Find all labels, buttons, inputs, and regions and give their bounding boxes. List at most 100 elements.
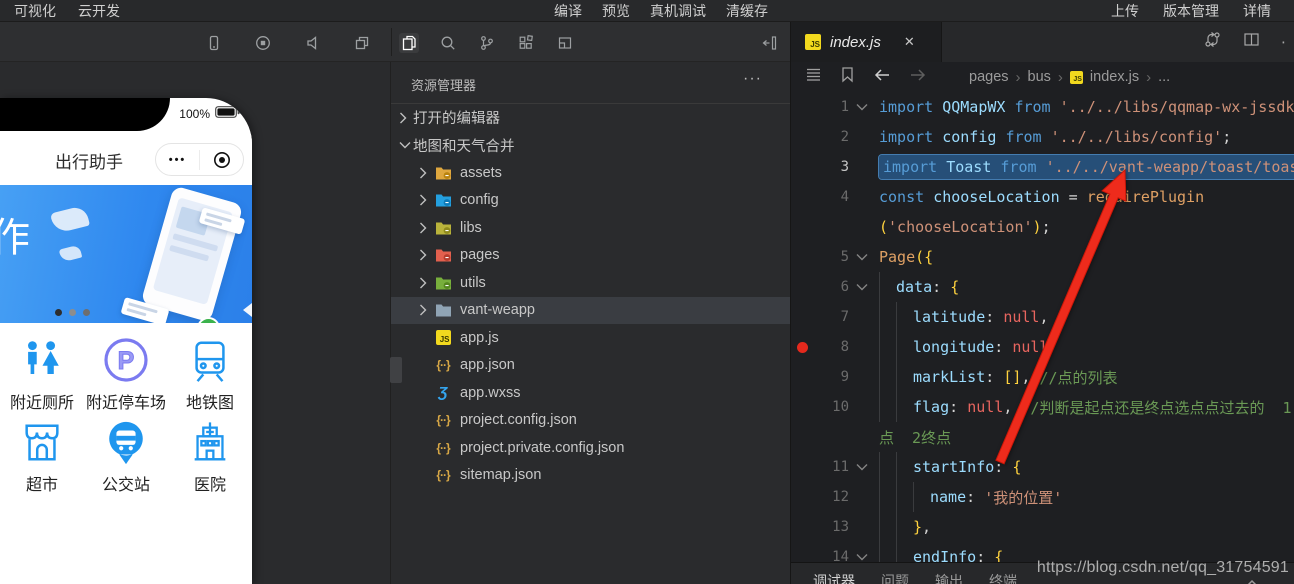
fold-chevron-icon[interactable] <box>849 103 875 111</box>
compare-changes-icon[interactable] <box>1203 30 1222 54</box>
chevron-right-icon[interactable] <box>419 304 433 316</box>
bookmark-icon[interactable] <box>840 66 855 88</box>
code-line[interactable]: 13}, <box>791 512 1294 542</box>
line-number[interactable]: 14 <box>813 549 849 562</box>
line-number[interactable]: 3 <box>813 159 849 175</box>
code-editor[interactable]: 1 import QQMapWX from '../../libs/qqmap-w… <box>791 92 1294 562</box>
tab-index-js[interactable]: JS index.js ✕ <box>791 22 942 62</box>
tree-item-assets[interactable]: assets <box>391 159 790 187</box>
scrollbar-thumb[interactable] <box>390 357 402 383</box>
tree-item-app.json[interactable]: {··} app.json <box>391 352 790 380</box>
menu-item-详情[interactable]: 详情 <box>1243 0 1271 22</box>
tree-item-vant-weapp[interactable]: vant-weapp <box>391 296 790 324</box>
tree-item-pages[interactable]: pages <box>391 242 790 270</box>
menu-item-版本管理[interactable]: 版本管理 <box>1163 0 1219 22</box>
grid-item-医院[interactable]: 医院 <box>168 416 252 496</box>
close-icon[interactable]: ✕ <box>904 34 915 50</box>
search-icon[interactable] <box>438 33 458 53</box>
code-line[interactable]: 3 import Toast from '../../vant-weapp/toa… <box>791 152 1294 182</box>
breadcrumb-item-pages[interactable]: pages <box>969 69 1009 85</box>
more-actions-icon[interactable]: ⋯ <box>1281 33 1287 51</box>
code-line[interactable]: 9 markList: [], //点的列表 <box>791 362 1294 392</box>
source-control-icon[interactable] <box>477 33 497 53</box>
restore-window-icon[interactable] <box>352 33 372 53</box>
tree-item-utils[interactable]: utils <box>391 269 790 297</box>
navigate-back-icon[interactable] <box>873 68 891 87</box>
grid-item-超市[interactable]: 超市 <box>0 416 84 496</box>
grid-item-公交站[interactable]: 公交站 <box>84 416 168 496</box>
panel-tab-调试器[interactable]: 调试器 <box>813 571 855 584</box>
explorer-section-1[interactable]: 地图和天气合并 <box>391 132 790 160</box>
carousel-dot-2[interactable] <box>83 309 90 316</box>
tree-item-app.js[interactable]: JS app.js <box>391 324 790 352</box>
chevron-right-icon[interactable] <box>419 277 433 289</box>
carousel-dot-0[interactable] <box>55 309 62 316</box>
grid-item-附近停车场[interactable]: P 附近停车场 <box>84 334 168 414</box>
panel-tab-输出[interactable]: 输出 <box>935 571 963 584</box>
carousel-dots[interactable] <box>55 309 90 316</box>
breakpoint-gutter[interactable] <box>791 341 813 353</box>
capsule-button[interactable]: ••• <box>155 143 244 176</box>
breadcrumb-item-bus[interactable]: bus <box>1028 69 1051 85</box>
chevron-right-icon[interactable] <box>419 167 433 179</box>
more-actions-icon[interactable]: ··· <box>743 70 762 88</box>
menu-item-清缓存[interactable]: 清缓存 <box>726 0 768 22</box>
line-number[interactable]: 4 <box>813 189 849 205</box>
line-number[interactable]: 2 <box>813 129 849 145</box>
menu-item-云开发[interactable]: 云开发 <box>78 0 120 22</box>
line-number[interactable]: 13 <box>813 519 849 535</box>
tree-item-libs[interactable]: libs <box>391 214 790 242</box>
stop-record-icon[interactable] <box>253 33 273 53</box>
line-number[interactable]: 5 <box>813 249 849 265</box>
menu-item-上传[interactable]: 上传 <box>1111 0 1139 22</box>
menu-item-真机调试[interactable]: 真机调试 <box>650 0 706 22</box>
code-line[interactable]: 6 data: { <box>791 272 1294 302</box>
tree-item-project.config.json[interactable]: {··} project.config.json <box>391 407 790 435</box>
explorer-section-0[interactable]: 打开的编辑器 <box>391 104 790 132</box>
chevron-down-icon[interactable] <box>399 141 413 149</box>
chevron-right-icon[interactable] <box>419 222 433 234</box>
breadcrumb-item-index.js[interactable]: index.js <box>1090 69 1139 85</box>
tree-item-sitemap.json[interactable]: {··} sitemap.json <box>391 462 790 490</box>
close-target-icon[interactable] <box>200 151 243 169</box>
code-line[interactable]: 点 2终点 <box>791 422 1294 452</box>
code-line[interactable]: 7 latitude: null, <box>791 302 1294 332</box>
code-line[interactable]: 11 startInfo: { <box>791 452 1294 482</box>
panel-tab-终端[interactable]: 终端 <box>989 571 1017 584</box>
more-dots-icon[interactable]: ••• <box>156 154 199 166</box>
code-line[interactable]: 1 import QQMapWX from '../../libs/qqmap-w… <box>791 92 1294 122</box>
menu-item-预览[interactable]: 预览 <box>602 0 630 22</box>
extensions-icon[interactable] <box>516 33 536 53</box>
chevron-right-icon[interactable] <box>419 249 433 261</box>
chevron-right-icon[interactable] <box>399 112 413 124</box>
files-icon[interactable] <box>399 33 419 53</box>
fold-chevron-icon[interactable] <box>849 253 875 261</box>
code-line[interactable]: 12 name: '我的位置' <box>791 482 1294 512</box>
fold-chevron-icon[interactable] <box>849 463 875 471</box>
mute-icon[interactable] <box>303 33 323 53</box>
line-number[interactable]: 10 <box>813 399 849 415</box>
line-number[interactable]: 11 <box>813 459 849 475</box>
line-number[interactable]: 6 <box>813 279 849 295</box>
code-line[interactable]: 2 import config from '../../libs/config'; <box>791 122 1294 152</box>
code-line[interactable]: 4 const chooseLocation = requirePlugin <box>791 182 1294 212</box>
breadcrumb-item-...[interactable]: ... <box>1158 69 1170 85</box>
breakpoint-icon[interactable] <box>796 341 808 353</box>
menu-item-可视化[interactable]: 可视化 <box>14 0 56 22</box>
grid-item-地铁图[interactable]: 地铁图 <box>168 334 252 414</box>
banner-carousel[interactable]: 作 ✓ <box>0 185 252 323</box>
tree-item-project.private.config.json[interactable]: {··} project.private.config.json <box>391 434 790 462</box>
line-number[interactable]: 7 <box>813 309 849 325</box>
line-number[interactable]: 12 <box>813 489 849 505</box>
outline-icon[interactable] <box>805 66 822 88</box>
carousel-dot-1[interactable] <box>69 309 76 316</box>
panel-tab-问题[interactable]: 问题 <box>881 571 909 584</box>
chevron-right-icon[interactable] <box>419 194 433 206</box>
stage-icon[interactable] <box>555 33 575 53</box>
tree-item-app.wxss[interactable]: Ʒapp.wxss <box>391 379 790 407</box>
split-editor-icon[interactable] <box>1242 30 1261 54</box>
fold-chevron-icon[interactable] <box>849 553 875 561</box>
menu-item-编译[interactable]: 编译 <box>554 0 582 22</box>
tree-item-config[interactable]: config <box>391 187 790 215</box>
line-number[interactable]: 1 <box>813 99 849 115</box>
